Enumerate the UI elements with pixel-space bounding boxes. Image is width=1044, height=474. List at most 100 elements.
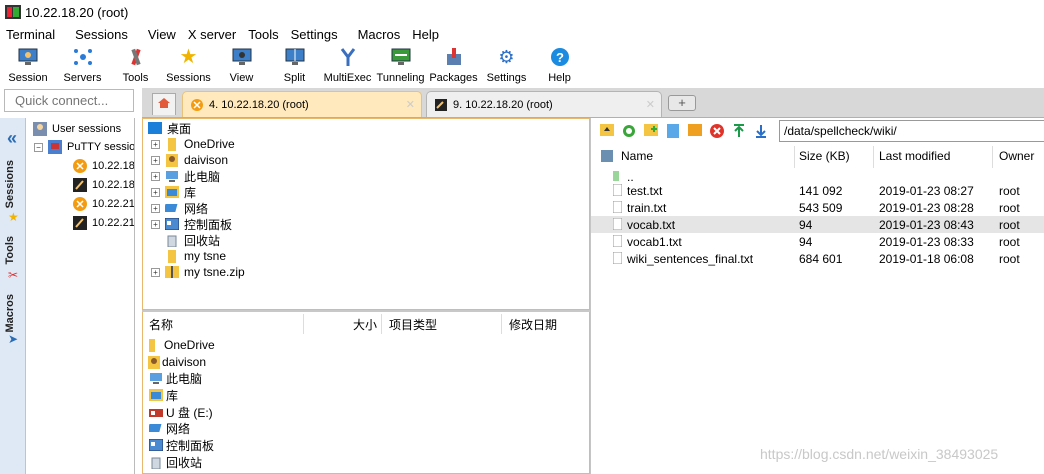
tab-session-4[interactable]: 4. 10.22.18.20 (root) ✕: [182, 91, 422, 117]
sidebar-tab-sessions[interactable]: Sessions: [4, 160, 16, 208]
expand-icon[interactable]: +: [151, 219, 160, 229]
star-icon: ★: [179, 46, 198, 68]
close-icon[interactable]: ✕: [646, 98, 655, 111]
fork-icon: [337, 46, 359, 68]
list-item[interactable]: 网络: [148, 420, 190, 436]
putty-sessions-folder[interactable]: − PuTTY sessio: [34, 139, 134, 155]
expand-icon[interactable]: +: [151, 267, 160, 277]
split-button[interactable]: Split: [268, 44, 321, 88]
menu-settings[interactable]: Settings: [285, 27, 344, 42]
tree-item[interactable]: + 库: [151, 184, 196, 200]
sessions-button[interactable]: ★ Sessions: [162, 44, 215, 88]
home-tab[interactable]: [152, 93, 176, 115]
servers-button[interactable]: Servers: [56, 44, 109, 88]
column-header-modified[interactable]: 修改日期: [509, 316, 557, 333]
list-item[interactable]: 控制面板: [148, 437, 214, 453]
tree-item[interactable]: + my tsne.zip: [151, 264, 245, 280]
menu-sessions[interactable]: Sessions: [69, 27, 134, 42]
column-header-size[interactable]: 大小: [353, 316, 377, 333]
remote-path-input[interactable]: [779, 120, 1044, 142]
expand-icon[interactable]: +: [151, 171, 160, 181]
tree-item[interactable]: + 控制面板: [151, 216, 232, 232]
table-row[interactable]: vocab1.txt 94 2019-01-23 08:33 root: [591, 233, 1044, 250]
session-button[interactable]: Session: [0, 44, 56, 88]
column-divider: [992, 146, 993, 168]
session-item[interactable]: 10.22.21: [72, 215, 134, 231]
open-folder-icon[interactable]: [687, 124, 703, 140]
library-icon: [148, 387, 164, 403]
menu-x-server[interactable]: X server: [182, 27, 242, 42]
menu-tools[interactable]: Tools: [242, 27, 284, 42]
expand-icon[interactable]: +: [151, 155, 160, 165]
collapse-icon[interactable]: −: [34, 142, 43, 152]
menu-terminal[interactable]: Terminal: [0, 27, 61, 42]
menu-macros[interactable]: Macros: [352, 27, 407, 42]
user-sessions-icon: [32, 121, 48, 137]
expand-icon[interactable]: +: [151, 139, 160, 149]
expand-icon[interactable]: +: [151, 187, 160, 197]
quick-connect-input[interactable]: [4, 89, 134, 112]
view-button[interactable]: View: [215, 44, 268, 88]
new-file-icon[interactable]: [665, 124, 681, 140]
desktop-icon: [147, 120, 163, 136]
sidebar-tab-macros[interactable]: Macros: [4, 294, 16, 333]
menu-view[interactable]: View: [142, 27, 182, 42]
user-folder-icon: [148, 354, 160, 370]
tab-session-9[interactable]: 9. 10.22.18.20 (root) ✕: [426, 91, 662, 117]
list-item[interactable]: daivison: [148, 354, 206, 370]
list-item[interactable]: 此电脑: [148, 370, 202, 386]
table-row-selected[interactable]: vocab.txt 94 2019-01-23 08:43 root: [591, 216, 1044, 233]
user-sessions-root[interactable]: User sessions: [32, 121, 121, 137]
multiexec-button[interactable]: MultiExec: [321, 44, 374, 88]
download-icon[interactable]: [753, 124, 769, 140]
new-tab-button[interactable]: +: [668, 95, 696, 111]
table-row[interactable]: wiki_sentences_final.txt 684 601 2019-01…: [591, 250, 1044, 267]
close-icon[interactable]: ✕: [406, 98, 415, 111]
tree-item[interactable]: + 网络: [151, 200, 208, 216]
list-item[interactable]: 回收站: [148, 454, 202, 470]
tree-item[interactable]: my tsne: [151, 248, 226, 264]
tree-item[interactable]: + OneDrive: [151, 136, 235, 152]
control-panel-icon: [148, 437, 164, 453]
sidebar-tab-tools[interactable]: Tools: [4, 236, 16, 265]
tree-item[interactable]: + 此电脑: [151, 168, 220, 184]
local-folder-tree: 桌面 + OneDrive + daivison + 此电脑 + 库 + 网络: [142, 118, 590, 310]
list-item[interactable]: OneDrive: [148, 337, 215, 353]
tree-root-desktop[interactable]: 桌面: [147, 120, 191, 136]
column-header-owner[interactable]: Owner: [999, 149, 1034, 163]
new-folder-icon[interactable]: [643, 124, 659, 140]
remote-file-header: Name Size (KB) Last modified Owner: [591, 146, 1044, 168]
list-item[interactable]: 库: [148, 387, 178, 403]
tree-item[interactable]: + daivison: [151, 152, 228, 168]
session-item[interactable]: 10.22.18: [72, 158, 134, 174]
menu-help[interactable]: Help: [406, 27, 445, 42]
column-header-name[interactable]: 名称: [149, 316, 173, 333]
delete-icon[interactable]: [709, 124, 725, 140]
table-row[interactable]: train.txt 543 509 2019-01-23 08:28 root: [591, 199, 1044, 216]
expand-icon[interactable]: +: [151, 203, 160, 213]
tunneling-button[interactable]: Tunneling: [374, 44, 427, 88]
column-header-size[interactable]: Size (KB): [799, 149, 850, 163]
session-item[interactable]: 10.22.21: [72, 196, 134, 212]
tools-button[interactable]: Tools: [109, 44, 162, 88]
packages-button[interactable]: Packages: [427, 44, 480, 88]
help-icon: ?: [549, 46, 571, 68]
settings-button[interactable]: ⚙ Settings: [480, 44, 533, 88]
collapse-sidebar-icon[interactable]: «: [7, 128, 17, 149]
parent-folder-icon[interactable]: [599, 124, 615, 140]
ssh-session-icon: [72, 158, 88, 174]
upload-icon[interactable]: [731, 124, 747, 140]
computer-icon: [148, 370, 164, 386]
tree-item[interactable]: 回收站: [151, 232, 220, 248]
help-button[interactable]: ? Help: [533, 44, 586, 88]
gear-icon: ⚙: [498, 47, 515, 67]
column-header-name[interactable]: Name: [621, 149, 653, 163]
column-header-modified[interactable]: Last modified: [879, 149, 950, 163]
refresh-icon[interactable]: [621, 124, 637, 140]
list-item[interactable]: U 盘 (E:): [148, 404, 213, 420]
column-header-type[interactable]: 项目类型: [389, 316, 437, 333]
table-row[interactable]: test.txt 141 092 2019-01-23 08:27 root: [591, 182, 1044, 199]
network-icon: [164, 200, 180, 216]
file-icon: [612, 200, 623, 216]
session-item[interactable]: 10.22.18: [72, 177, 134, 193]
